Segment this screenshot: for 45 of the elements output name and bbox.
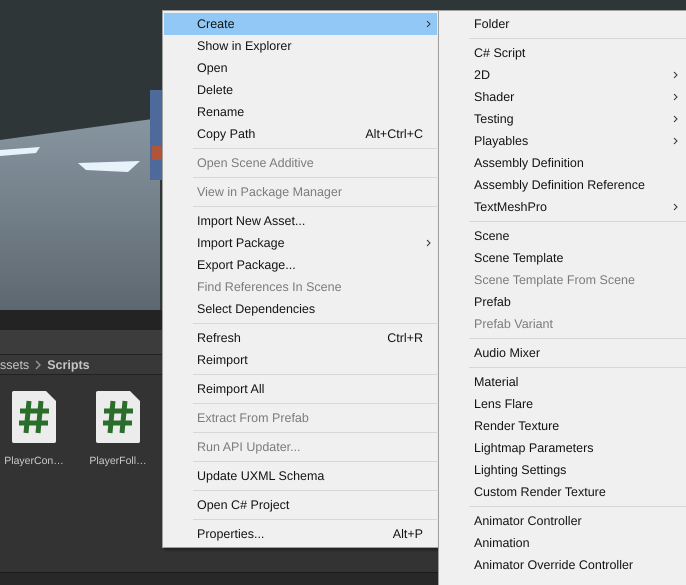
menu-item[interactable]: Reimport All <box>164 378 437 400</box>
menu-item[interactable]: Reimport <box>164 349 437 371</box>
menu-item[interactable]: Animation <box>440 532 686 554</box>
file-name: PlayerFoll… <box>89 455 147 467</box>
breadcrumb-item[interactable]: Scripts <box>47 358 90 372</box>
menu-item[interactable]: Create <box>164 13 437 35</box>
menu-item[interactable]: Animator Override Controller <box>440 554 686 576</box>
script-file-icon[interactable] <box>96 391 140 443</box>
menu-item[interactable]: 2D <box>440 64 686 86</box>
menu-item[interactable]: Assembly Definition Reference <box>440 174 686 196</box>
menu-item[interactable]: Animator Controller <box>440 510 686 532</box>
menu-item[interactable]: Import Package <box>164 232 437 254</box>
menu-item[interactable]: TextMeshPro <box>440 196 686 218</box>
menu-item[interactable]: Audio Mixer <box>440 342 686 364</box>
menu-item[interactable]: Refresh Ctrl+R <box>164 327 437 349</box>
file-name: PlayerCon… <box>4 455 64 467</box>
chevron-right-icon <box>35 360 42 370</box>
menu-item[interactable]: Render Texture <box>440 415 686 437</box>
menu-item[interactable]: Open C# Project <box>164 494 437 516</box>
menu-item[interactable]: Scene Template <box>440 247 686 269</box>
menu-item[interactable]: Testing <box>440 108 686 130</box>
menu-item[interactable]: Playables <box>440 130 686 152</box>
menu-item[interactable]: Rename <box>164 101 437 123</box>
script-file-icon[interactable] <box>12 391 56 443</box>
breadcrumb-item[interactable]: ssets <box>0 358 30 372</box>
menu-item[interactable]: Properties... Alt+P <box>164 523 437 545</box>
menu-item[interactable]: C# Script <box>440 42 686 64</box>
menu-item[interactable]: Update UXML Schema <box>164 465 437 487</box>
menu-item[interactable]: Lighting Settings <box>440 459 686 481</box>
menu-item[interactable]: Prefab <box>440 291 686 313</box>
menu-item[interactable]: Open <box>164 57 437 79</box>
menu-item[interactable]: Folder <box>440 13 686 35</box>
menu-item[interactable]: Select Dependencies <box>164 298 437 320</box>
menu-item[interactable]: Delete <box>164 79 437 101</box>
menu-item[interactable]: Scene <box>440 225 686 247</box>
menu-item[interactable]: Shader <box>440 86 686 108</box>
menu-item[interactable]: Lightmap Parameters <box>440 437 686 459</box>
menu-item[interactable]: Import New Asset... <box>164 210 437 232</box>
menu-item[interactable]: Export Package... <box>164 254 437 276</box>
menu-item[interactable]: Show in Explorer <box>164 35 437 57</box>
menu-item[interactable]: Copy Path Alt+Ctrl+C <box>164 123 437 145</box>
menu-item[interactable]: Custom Render Texture <box>440 481 686 503</box>
menu-item[interactable]: Material <box>440 371 686 393</box>
menu-item[interactable]: Lens Flare <box>440 393 686 415</box>
menu-item[interactable]: Assembly Definition <box>440 152 686 174</box>
